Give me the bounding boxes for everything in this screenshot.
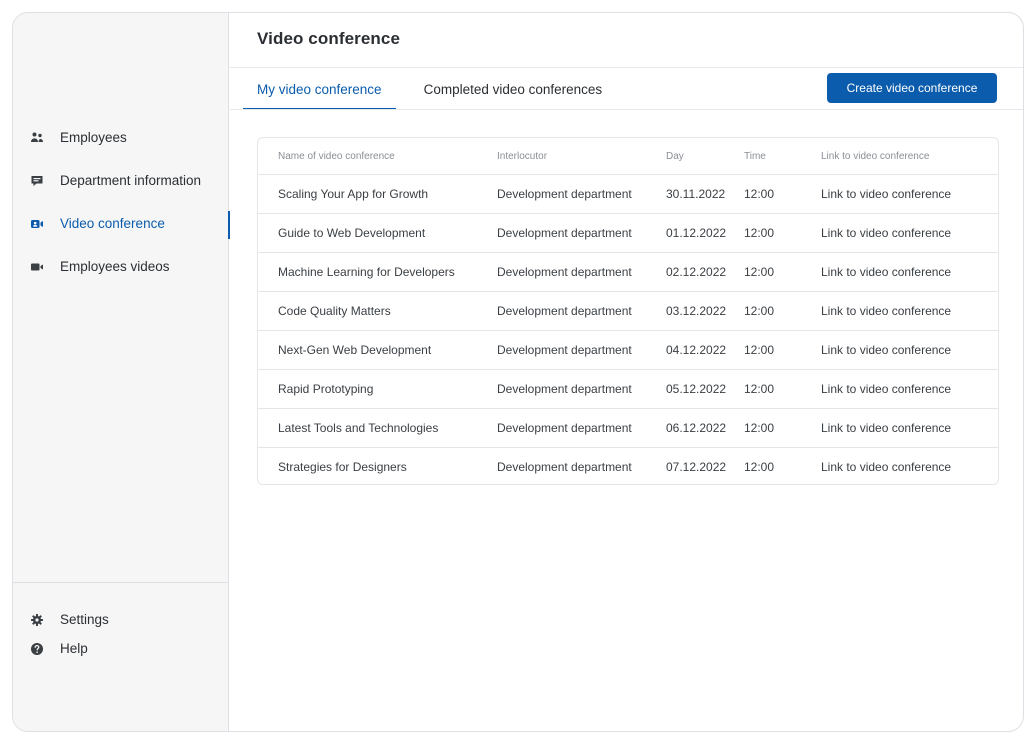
video-camera-icon: [30, 260, 44, 274]
app-window: Employees Department information Video c…: [12, 12, 1024, 732]
table-row: Guide to Web Development Development dep…: [258, 213, 998, 252]
conference-link[interactable]: Link to video conference: [821, 304, 998, 318]
sidebar: Employees Department information Video c…: [13, 13, 230, 731]
table-row: Latest Tools and Technologies Developmen…: [258, 408, 998, 447]
sidebar-item-label: Employees videos: [60, 259, 170, 274]
table-header: Name of video conference Interlocutor Da…: [258, 138, 998, 174]
sidebar-item-department-information[interactable]: Department information: [13, 159, 229, 202]
sidebar-item-employees-videos[interactable]: Employees videos: [13, 245, 229, 288]
main-content: Video conference My video conference Com…: [230, 13, 1023, 731]
time: 12:00: [744, 343, 775, 357]
conference-link[interactable]: Link to video conference: [821, 382, 998, 396]
time: 12:00: [744, 304, 775, 318]
day: 03.12.2022: [666, 304, 727, 318]
conference-link[interactable]: Link to video conference: [821, 226, 998, 240]
interlocutor: Development department: [497, 460, 632, 474]
day: 01.12.2022: [666, 226, 727, 240]
conference-name: Strategies for Designers: [278, 460, 407, 474]
sidebar-bottom-nav: Settings Help: [13, 605, 229, 663]
tab-my-video-conference[interactable]: My video conference: [243, 68, 396, 110]
conference-name: Latest Tools and Technologies: [278, 421, 439, 435]
tabs: My video conference Completed video conf…: [243, 68, 630, 110]
column-header-time: Time: [744, 150, 766, 162]
table-row: Strategies for Designers Development dep…: [258, 447, 998, 484]
column-header-link: Link to video conference: [821, 150, 930, 162]
sidebar-item-settings[interactable]: Settings: [13, 605, 229, 634]
sidebar-divider: [13, 582, 229, 583]
time: 12:00: [744, 265, 775, 279]
time: 12:00: [744, 460, 775, 474]
sidebar-item-label: Video conference: [60, 216, 165, 231]
sidebar-item-help[interactable]: Help: [13, 634, 229, 663]
conference-name: Guide to Web Development: [278, 226, 426, 240]
tabs-divider: [230, 109, 1023, 110]
help-icon: [30, 642, 44, 656]
time: 12:00: [744, 382, 775, 396]
conference-name: Rapid Prototyping: [278, 382, 374, 396]
conference-link[interactable]: Link to video conference: [821, 265, 998, 279]
table-row: Scaling Your App for Growth Development …: [258, 174, 998, 213]
day: 06.12.2022: [666, 421, 727, 435]
sidebar-item-video-conference[interactable]: Video conference: [13, 202, 230, 245]
conference-name: Scaling Your App for Growth: [278, 187, 429, 201]
table-row: Rapid Prototyping Development department…: [258, 369, 998, 408]
day: 02.12.2022: [666, 265, 727, 279]
conference-link[interactable]: Link to video conference: [821, 421, 998, 435]
sidebar-item-label: Settings: [60, 612, 109, 627]
create-video-conference-button[interactable]: Create video conference: [827, 73, 997, 103]
gear-icon: [30, 613, 44, 627]
column-header-interlocutor: Interlocutor: [497, 150, 548, 162]
sidebar-item-label: Department information: [60, 173, 202, 188]
time: 12:00: [744, 187, 775, 201]
interlocutor: Development department: [497, 421, 632, 435]
sidebar-item-label: Employees: [60, 130, 127, 145]
sidebar-nav: Employees Department information Video c…: [13, 116, 230, 288]
users-icon: [30, 131, 44, 145]
day: 30.11.2022: [666, 187, 726, 201]
time: 12:00: [744, 226, 775, 240]
interlocutor: Development department: [497, 187, 632, 201]
column-header-day: Day: [666, 150, 684, 162]
day: 04.12.2022: [666, 343, 727, 357]
day: 05.12.2022: [666, 382, 727, 396]
table-row: Next-Gen Web Development Development dep…: [258, 330, 998, 369]
tab-completed-video-conferences[interactable]: Completed video conferences: [410, 68, 617, 110]
sidebar-item-employees[interactable]: Employees: [13, 116, 229, 159]
video-conference-icon: [30, 217, 44, 231]
interlocutor: Development department: [497, 226, 632, 240]
interlocutor: Development department: [497, 343, 632, 357]
table-row: Code Quality Matters Development departm…: [258, 291, 998, 330]
conference-link[interactable]: Link to video conference: [821, 187, 998, 201]
interlocutor: Development department: [497, 265, 632, 279]
conference-link[interactable]: Link to video conference: [821, 343, 998, 357]
column-header-name: Name of video conference: [278, 150, 395, 162]
conference-name: Next-Gen Web Development: [278, 343, 432, 357]
interlocutor: Development department: [497, 304, 632, 318]
sidebar-item-label: Help: [60, 641, 88, 656]
page-title: Video conference: [257, 29, 401, 48]
time: 12:00: [744, 421, 775, 435]
conference-name: Code Quality Matters: [278, 304, 391, 318]
conference-table: Name of video conference Interlocutor Da…: [257, 137, 999, 485]
chat-info-icon: [30, 174, 44, 188]
interlocutor: Development department: [497, 382, 632, 396]
conference-name: Machine Learning for Developers: [278, 265, 455, 279]
day: 07.12.2022: [666, 460, 727, 474]
conference-link[interactable]: Link to video conference: [821, 460, 998, 474]
table-row: Machine Learning for Developers Developm…: [258, 252, 998, 291]
